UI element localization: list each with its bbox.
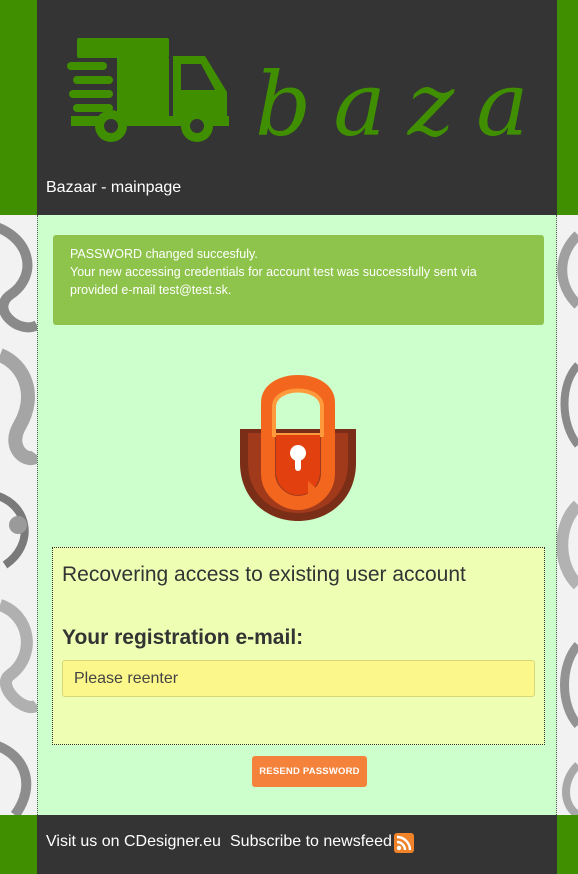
email-field[interactable] bbox=[62, 660, 535, 697]
svg-text:bazaar: bazaar bbox=[255, 53, 545, 150]
alert-line-2: Your new accessing credentials for accou… bbox=[70, 265, 477, 279]
alert-line-1: PASSWORD changed succesfuly. bbox=[70, 247, 258, 261]
bazaar-wordmark-logo: bazaar bbox=[255, 53, 545, 150]
resend-password-button[interactable]: RESEND PASSWORD bbox=[252, 756, 367, 787]
rss-icon[interactable] bbox=[394, 833, 414, 853]
recover-account-form: Recovering access to existing user accou… bbox=[52, 547, 545, 745]
cdesigner-link[interactable]: Visit us on CDesigner.eu bbox=[46, 833, 221, 851]
main-content: PASSWORD changed succesfuly. Your new ac… bbox=[37, 215, 557, 815]
padlock-icon bbox=[240, 375, 356, 521]
form-heading: Recovering access to existing user accou… bbox=[62, 563, 466, 586]
email-field-label: Your registration e-mail: bbox=[62, 626, 304, 649]
alert-line-3: provided e-mail test@test.sk. bbox=[70, 283, 232, 297]
page-title: Bazaar - mainpage bbox=[46, 179, 182, 196]
newsfeed-link[interactable]: Subscribe to newsfeed bbox=[230, 833, 392, 851]
decorative-swirl-right bbox=[557, 215, 578, 815]
truck-logo-icon[interactable] bbox=[65, 36, 235, 146]
decorative-swirl-left bbox=[0, 215, 37, 815]
site-footer: Visit us on CDesigner.eu Subscribe to ne… bbox=[37, 815, 557, 874]
site-header: bazaar Bazaar - mainpage bbox=[37, 0, 557, 215]
success-alert: PASSWORD changed succesfuly. Your new ac… bbox=[53, 235, 544, 325]
